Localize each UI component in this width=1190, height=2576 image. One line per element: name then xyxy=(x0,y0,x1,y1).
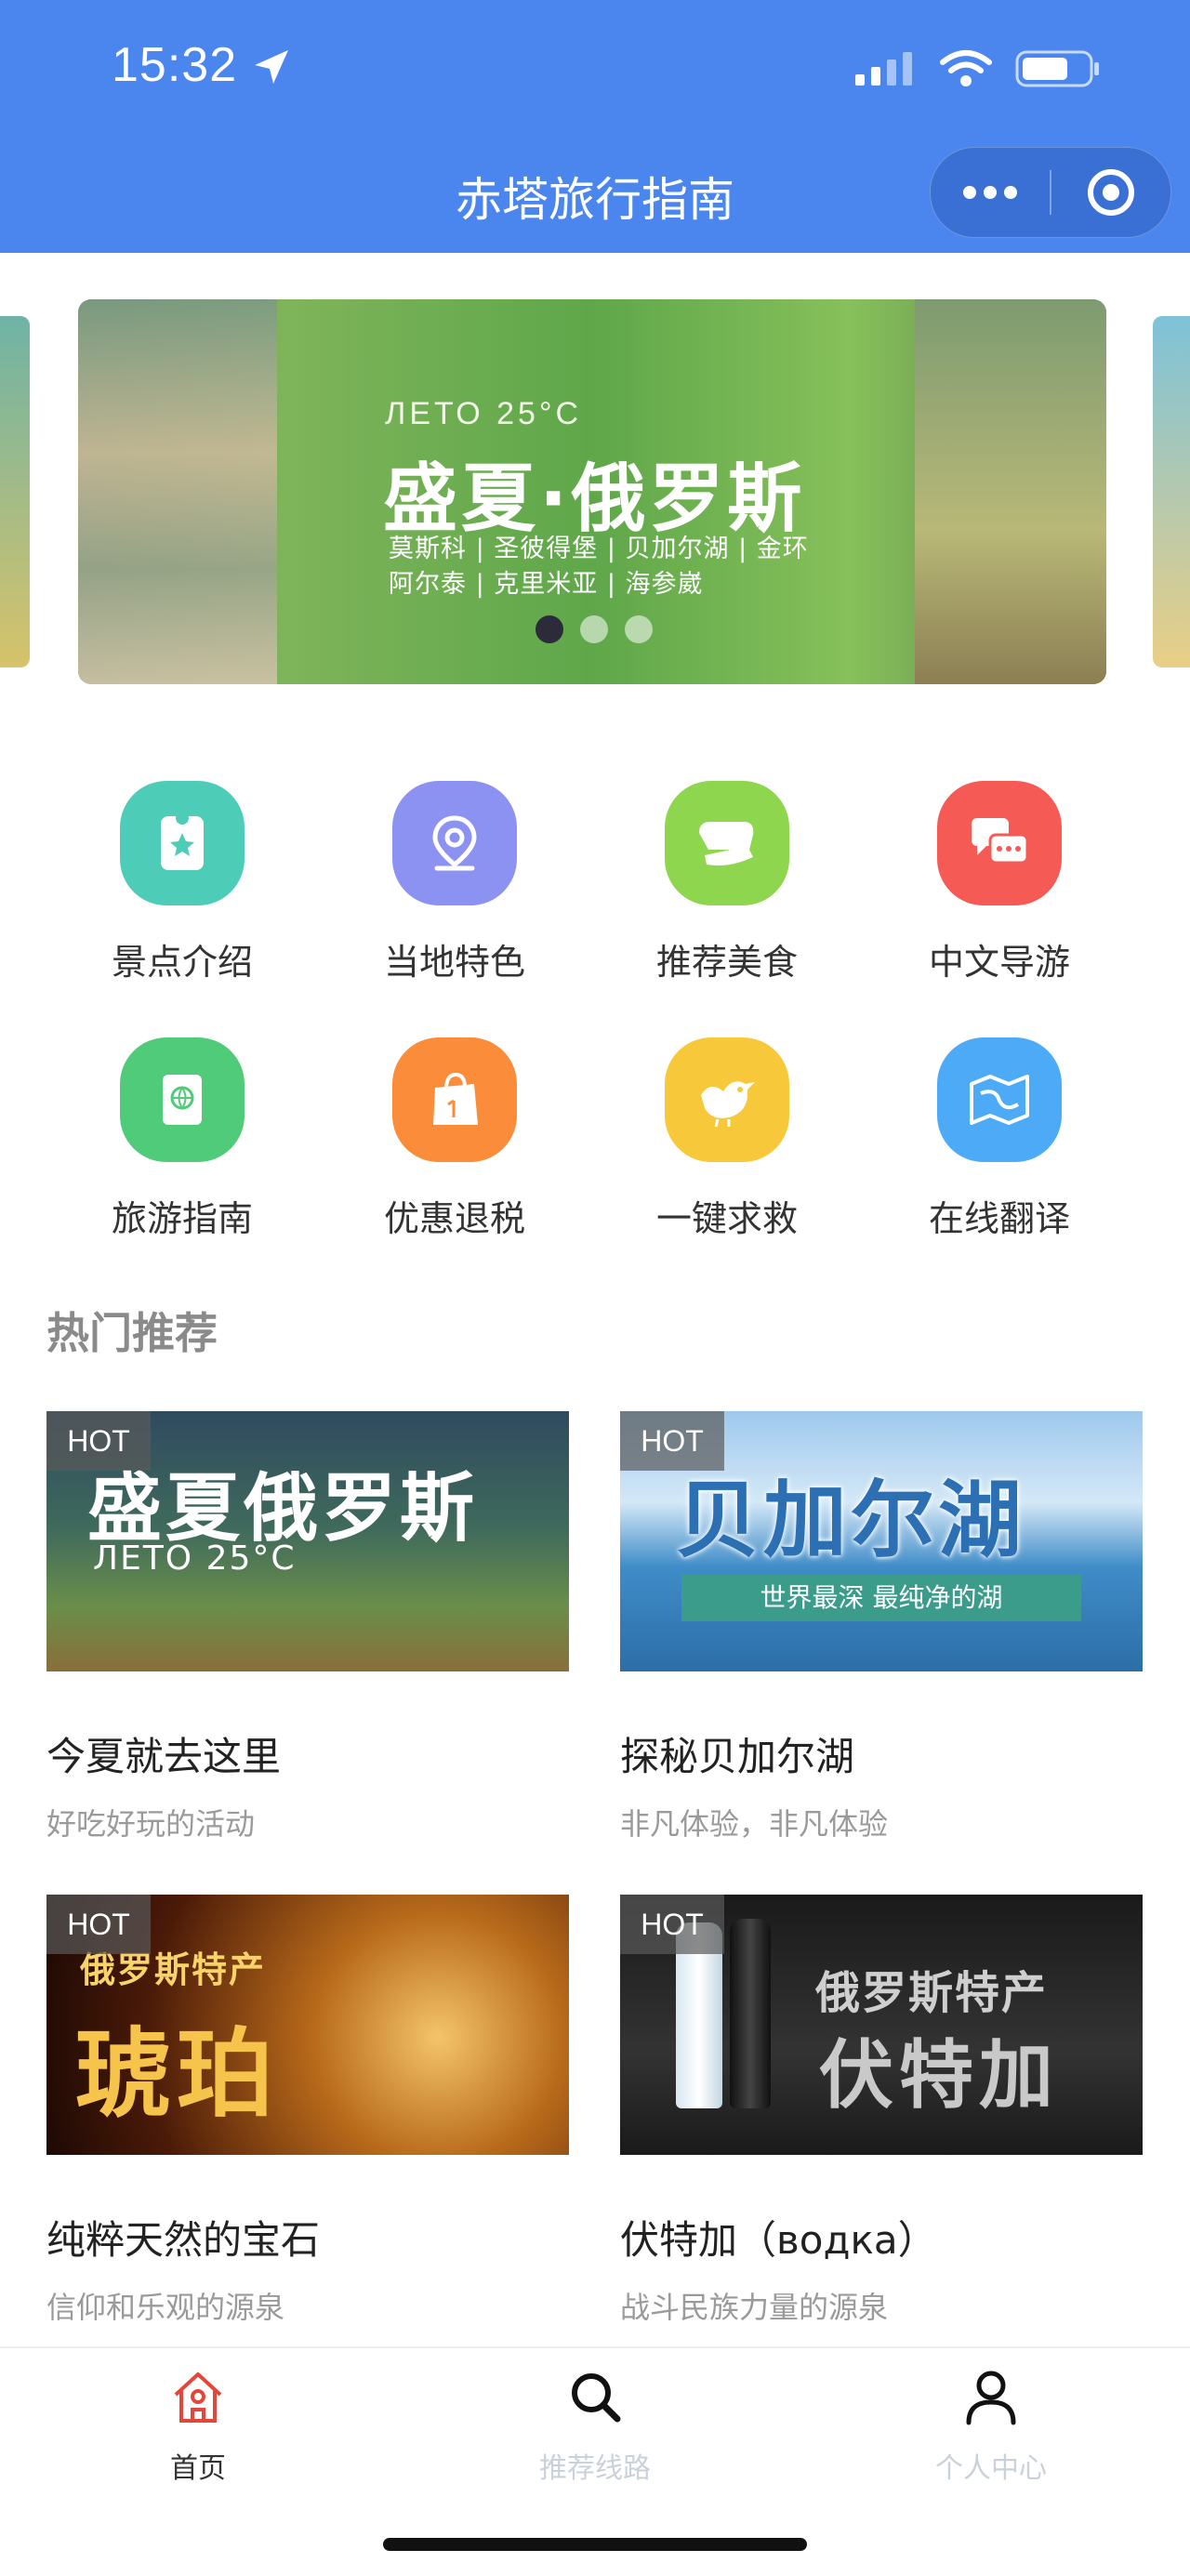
card-image-subtext: ЛЕТО 25°C xyxy=(93,1539,297,1578)
card-subtitle: 非凡体验，非凡体验 xyxy=(620,1806,889,1842)
card-title: 纯粹天然的宝石 xyxy=(46,2217,321,2263)
card-title: 探秘贝加尔湖 xyxy=(620,1734,855,1779)
banner-carousel[interactable]: ЛЕТО 25°C 盛夏·俄罗斯 莫斯科 | 圣彼得堡 | 贝加尔湖 | 金环 … xyxy=(0,299,1190,684)
feature-label: 景点介绍 xyxy=(111,942,253,983)
search-icon xyxy=(572,2373,621,2423)
passport-icon xyxy=(120,1037,245,1162)
section-title-hot: 热门推荐 xyxy=(46,1308,218,1358)
tab-profile[interactable]: 个人中心 xyxy=(793,2348,1189,2486)
feature-label: 中文导游 xyxy=(928,942,1070,983)
hot-badge: HOT xyxy=(46,1411,151,1471)
banner-leto-text: ЛЕТО 25°C xyxy=(385,396,583,431)
shopping-bag-icon xyxy=(392,1037,517,1162)
feature-food[interactable]: 推荐美食 xyxy=(591,781,863,984)
tab-label: 首页 xyxy=(170,2452,226,2485)
signal-icon xyxy=(855,52,912,86)
feature-label: 优惠退税 xyxy=(383,1198,525,1239)
tab-home[interactable]: 首页 xyxy=(0,2348,396,2486)
feature-tax-refund[interactable]: 优惠退税 xyxy=(319,1037,590,1241)
banner-slide[interactable]: ЛЕТО 25°C 盛夏·俄罗斯 莫斯科 | 圣彼得堡 | 贝加尔湖 | 金环 … xyxy=(78,299,1106,684)
recommend-card[interactable]: 俄罗斯特产 伏特加 HOT 伏特加（водка） 战斗民族力量的源泉 xyxy=(620,1895,1143,2327)
card-subtitle: 信仰和乐观的源泉 xyxy=(46,2290,285,2325)
ticket-star-icon xyxy=(120,781,245,905)
more-button[interactable] xyxy=(931,148,1050,237)
header-bar: 15:32 赤塔旅行指南 xyxy=(0,0,1190,253)
tab-recommended-routes[interactable]: 推荐线路 xyxy=(397,2348,793,2486)
home-icon xyxy=(174,2372,222,2423)
more-dots-icon xyxy=(963,186,1017,199)
recommend-card[interactable]: 俄罗斯特产 琥珀 HOT 纯粹天然的宝石 信仰和乐观的源泉 xyxy=(46,1895,569,2327)
carousel-indicator xyxy=(536,615,653,643)
carousel-dot[interactable] xyxy=(625,615,653,643)
status-time: 15:32 xyxy=(112,38,238,92)
card-subtitle: 战斗民族力量的源泉 xyxy=(620,2290,889,2325)
hot-badge: HOT xyxy=(620,1411,724,1471)
card-title: 今夏就去这里 xyxy=(46,1734,282,1779)
map-icon xyxy=(937,1037,1062,1162)
card-image: 贝加尔湖 世界最深 最纯净的湖 HOT xyxy=(620,1411,1143,1671)
card-image-text: 伏特加 xyxy=(819,2032,1059,2119)
feature-chinese-guide[interactable]: 中文导游 xyxy=(864,781,1135,984)
card-title: 伏特加（водка） xyxy=(620,2217,937,2263)
close-miniprogram-button[interactable] xyxy=(1051,148,1170,237)
bottle-image xyxy=(730,1919,771,2108)
card-image-text: 贝加尔湖 xyxy=(676,1472,1025,1569)
card-image-subtext: 俄罗斯特产 xyxy=(815,1967,1049,2019)
carousel-dot[interactable] xyxy=(580,615,608,643)
location-pin-icon xyxy=(392,781,517,905)
feature-travel-guide[interactable]: 旅游指南 xyxy=(46,1037,318,1241)
feature-label: 在线翻译 xyxy=(928,1198,1070,1239)
banner-field-image xyxy=(915,299,1106,684)
hot-badge: HOT xyxy=(46,1895,151,1954)
hot-badge: HOT xyxy=(620,1895,724,1954)
carousel-dot[interactable] xyxy=(536,615,563,643)
tab-label: 个人中心 xyxy=(935,2452,1047,2485)
feature-attractions[interactable]: 景点介绍 xyxy=(46,781,318,984)
feature-label: 推荐美食 xyxy=(655,942,798,983)
recommend-card[interactable]: 贝加尔湖 世界最深 最纯净的湖 HOT 探秘贝加尔湖 非凡体验，非凡体验 xyxy=(620,1411,1143,1843)
target-circle-icon xyxy=(1088,169,1134,216)
feature-label: 当地特色 xyxy=(383,942,525,983)
next-banner-peek[interactable] xyxy=(1153,316,1190,667)
recommend-card[interactable]: 盛夏俄罗斯 ЛЕТО 25°C HOT 今夏就去这里 好吃好玩的活动 xyxy=(46,1411,569,1843)
user-icon xyxy=(966,2371,1016,2425)
banner-cities-line-2: 阿尔泰 | 克里米亚 | 海参崴 xyxy=(389,570,704,599)
battery-icon xyxy=(1015,50,1099,87)
card-image: 盛夏俄罗斯 ЛЕТО 25°C HOT xyxy=(46,1411,569,1671)
feature-label: 一键求救 xyxy=(655,1198,798,1239)
miniprogram-capsule xyxy=(930,147,1171,238)
tab-label: 推荐线路 xyxy=(539,2452,651,2485)
food-icon xyxy=(665,781,789,905)
feature-local-specialties[interactable]: 当地特色 xyxy=(319,781,590,984)
feature-translate[interactable]: 在线翻译 xyxy=(864,1037,1135,1241)
chat-bubbles-icon xyxy=(937,781,1062,905)
feature-sos[interactable]: 一键求救 xyxy=(591,1037,863,1241)
card-image: 俄罗斯特产 伏特加 HOT xyxy=(620,1895,1143,2155)
feature-label: 旅游指南 xyxy=(111,1198,253,1239)
wifi-icon xyxy=(940,50,992,86)
card-image: 俄罗斯特产 琥珀 HOT xyxy=(46,1895,569,2155)
card-subtitle: 好吃好玩的活动 xyxy=(46,1806,256,1842)
bird-icon xyxy=(665,1037,789,1162)
card-image-text: 琥珀 xyxy=(74,2017,280,2131)
banner-collage-image xyxy=(78,299,277,684)
home-indicator[interactable] xyxy=(383,2538,807,2551)
prev-banner-peek[interactable] xyxy=(0,316,30,667)
location-arrow-icon xyxy=(255,50,288,84)
card-image-subtext: 世界最深 最纯净的湖 xyxy=(681,1575,1081,1621)
banner-cities-line-1: 莫斯科 | 圣彼得堡 | 贝加尔湖 | 金环 xyxy=(389,535,809,563)
